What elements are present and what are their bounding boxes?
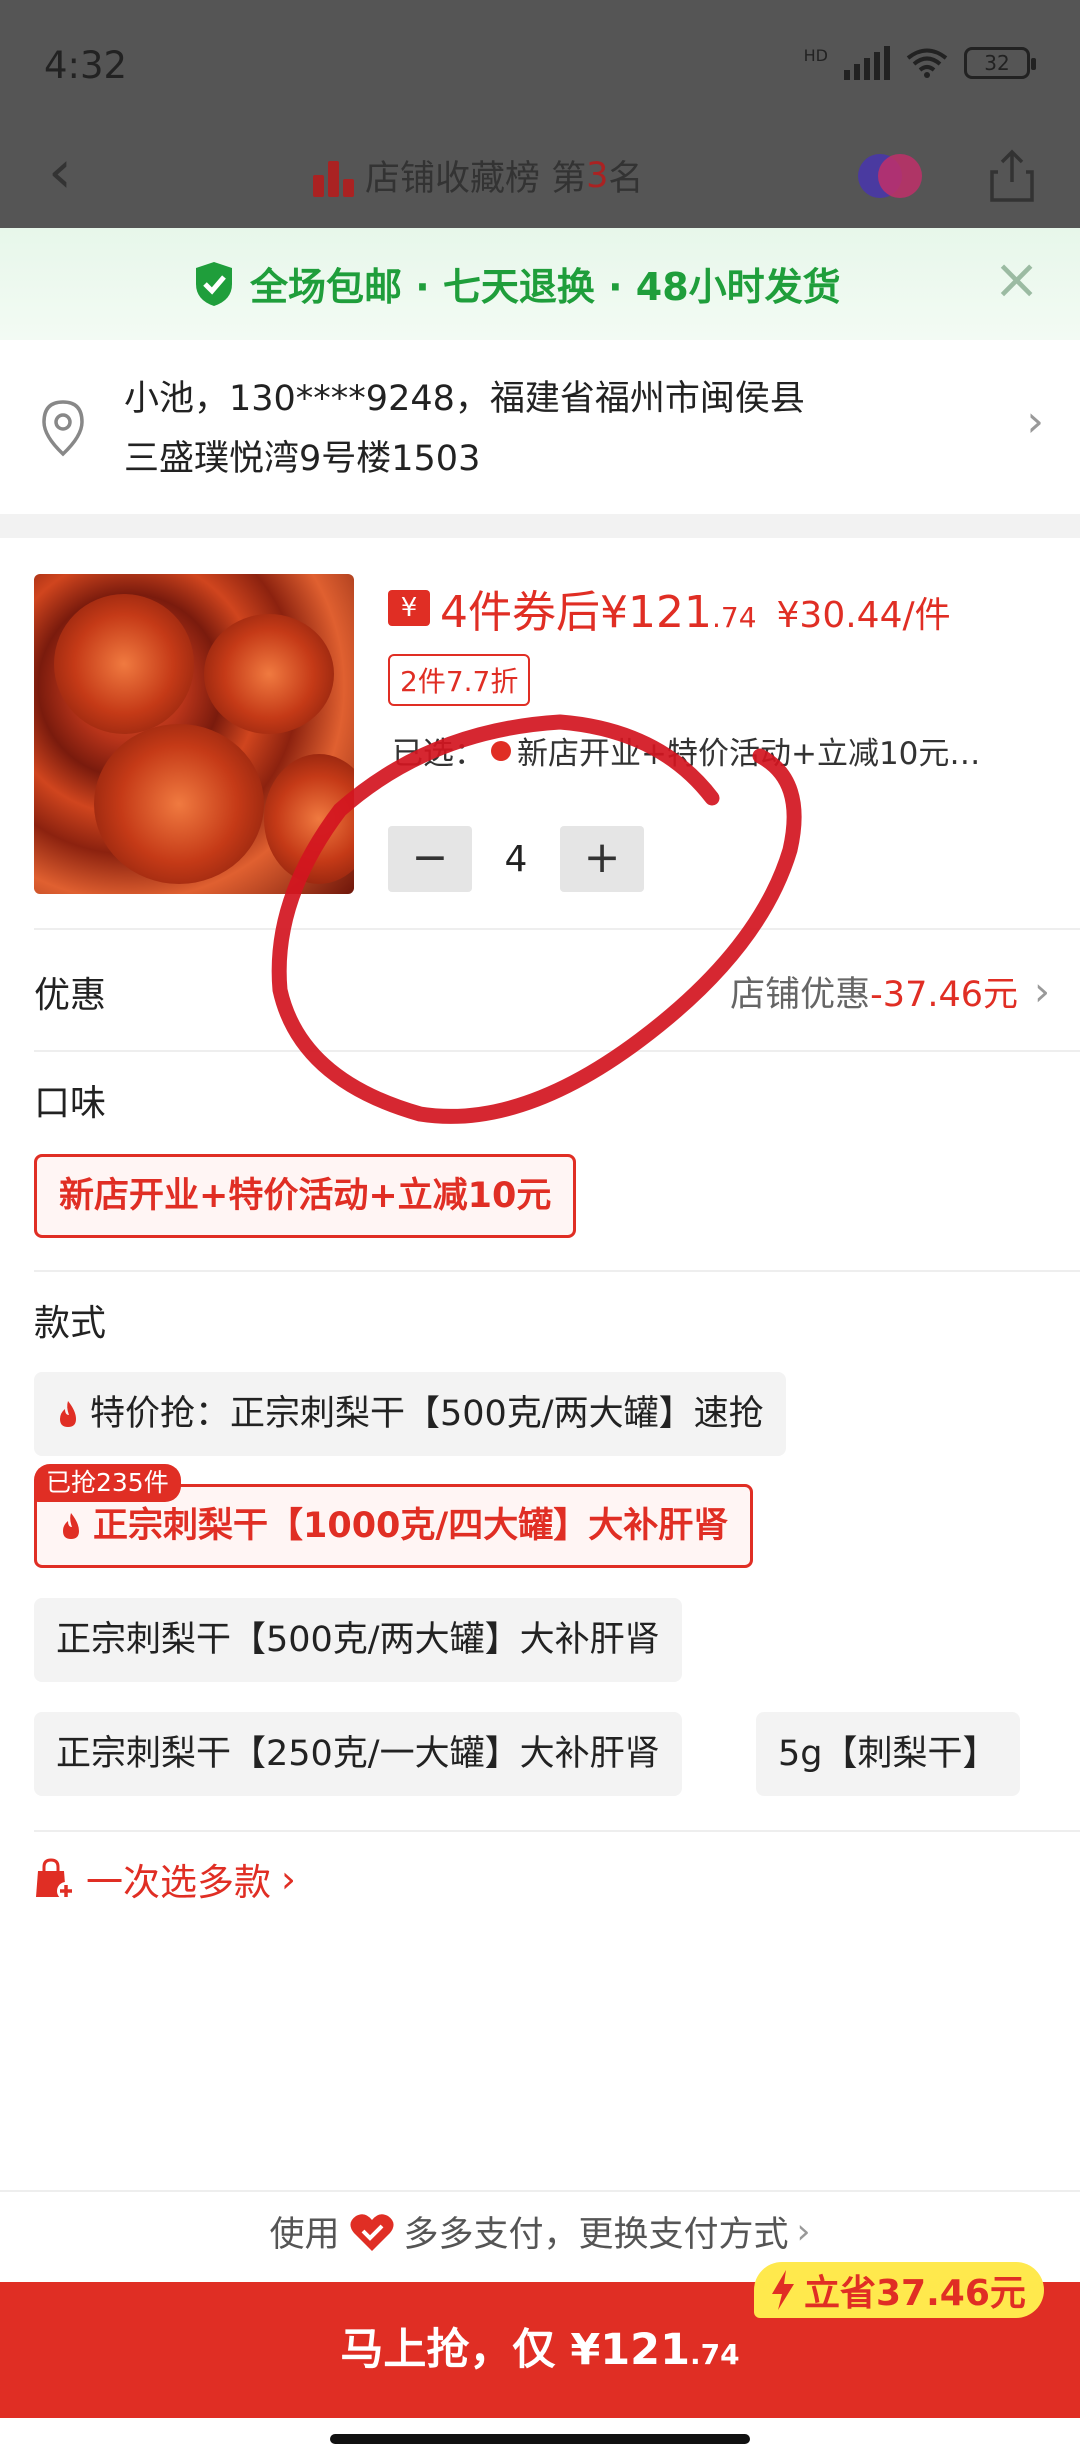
coupon-icon: ¥ (388, 590, 430, 626)
style-option[interactable]: 正宗刺梨干【500克/两大罐】大补肝肾 (34, 1598, 682, 1682)
shield-check-icon (196, 261, 232, 306)
flavor-option-label: 新店开业+特价活动+立减10元 (59, 1176, 552, 1216)
buy-now-decimal: .74 (690, 2338, 740, 2371)
flavor-label: 口味 (34, 1083, 107, 1124)
multi-select-label: 一次选多款 (86, 1861, 271, 1904)
style-option[interactable]: 5g【刺梨干】 (756, 1712, 1020, 1796)
payment-method-row[interactable]: 使用 多多支付，更换支付方式 › (0, 2206, 1080, 2257)
shopping-bag-plus-icon (36, 1858, 75, 1900)
discount-label: 优惠 (34, 975, 107, 1016)
divider (34, 1050, 1080, 1052)
home-indicator[interactable] (330, 2434, 750, 2444)
back-arrow-icon[interactable]: ‹ (48, 142, 72, 202)
buy-now-label: 马上抢，仅 ¥121 (340, 2325, 691, 2375)
fire-icon (63, 1513, 79, 1539)
savings-badge: 立省37.46元 (754, 2262, 1044, 2318)
status-bar: 4:32 HD 32 (0, 0, 1080, 130)
decrease-button[interactable]: − (388, 826, 472, 892)
divider (34, 1270, 1080, 1272)
wifi-icon (906, 48, 948, 78)
pay-heart-icon (349, 2213, 394, 2251)
discount-tag: 2件7.7折 (388, 654, 531, 706)
savings-label: 立省37.46元 (804, 2273, 1026, 2314)
multi-select-link[interactable]: 一次选多款 › (32, 1852, 296, 1906)
selected-value: 新店开业+特价活动+立减10元… (517, 736, 981, 772)
divider (34, 928, 1080, 930)
divider (0, 2190, 1080, 2192)
screen: { "status_bar": { "time": "4:32", "netwo… (0, 0, 1080, 2460)
style-option-label: 正宗刺梨干【500克/两大罐】大补肝肾 (56, 1620, 660, 1660)
promo-banner: 全场包邮 · 七天退换 · 48小时发货 × (0, 228, 1080, 340)
store-rank-link[interactable]: 店铺收藏榜 第3名 (313, 150, 643, 201)
banner-text: 全场包邮 · 七天退换 · 48小时发货 (250, 265, 841, 309)
quantity-stepper: − 4 + (388, 826, 644, 892)
signal-icon (844, 46, 890, 80)
quantity-value[interactable]: 4 (472, 839, 560, 880)
rank-number: 3 (586, 155, 609, 196)
clock: 4:32 (44, 44, 128, 87)
fire-icon (60, 1401, 76, 1427)
flavor-option[interactable]: 新店开业+特价活动+立减10元 (34, 1154, 577, 1238)
sold-count-badge: 已抢235件 (34, 1464, 181, 1502)
style-option-label: 正宗刺梨干【250克/一大罐】大补肝肾 (56, 1734, 660, 1774)
selected-label: 已选： (392, 736, 485, 772)
nav-bar: ‹ 店铺收藏榜 第3名 (0, 130, 1080, 228)
style-option[interactable]: 正宗刺梨干【250克/一大罐】大补肝肾 (34, 1712, 682, 1796)
style-label: 款式 (34, 1303, 107, 1344)
style-option-label: 5g【刺梨干】 (778, 1734, 998, 1774)
store-discount-link[interactable]: 店铺优惠 -37.46元 › (730, 966, 1050, 1017)
network-label: HD (803, 46, 828, 65)
style-option[interactable]: 特价抢：正宗刺梨干【500克/两大罐】速抢 (34, 1372, 786, 1456)
address-row[interactable]: 小池，130****9248，福建省福州市闽侯县 三盛璞悦湾9号楼1503 › (0, 340, 1080, 514)
battery-icon: 32 (964, 47, 1036, 79)
selected-variant: 已选： 新店开业+特价活动+立减10元… (392, 728, 980, 773)
address-line-1: 小池，130****9248，福建省福州市闽侯县 (124, 379, 805, 419)
chevron-right-icon: › (1026, 396, 1044, 447)
close-icon[interactable]: × (993, 252, 1040, 308)
unit-price: ¥30.44/件 (776, 595, 951, 636)
chevron-right-icon: › (796, 2211, 811, 2252)
rank-icon (313, 155, 355, 197)
rank-suffix: 名 (608, 159, 644, 199)
coupon-price-decimal: .74 (711, 601, 757, 634)
coupon-price: 4件券后¥121 (440, 587, 712, 638)
rank-prefix: 店铺收藏榜 第 (365, 159, 587, 199)
divider (34, 1830, 1080, 1832)
payment-method-label: 多多支付，更换支付方式 (403, 2215, 789, 2255)
section-divider (0, 514, 1080, 538)
store-discount-amount: -37.46元 (870, 975, 1018, 1015)
location-pin-icon (42, 400, 84, 457)
chevron-right-icon: › (1034, 968, 1050, 1015)
red-dot-icon (491, 740, 511, 761)
payment-use-label: 使用 (269, 2215, 340, 2255)
product-image[interactable] (34, 574, 354, 894)
store-discount-label: 店铺优惠 (730, 975, 871, 1015)
avatar[interactable] (858, 154, 922, 202)
increase-button[interactable]: + (560, 826, 644, 892)
chevron-right-icon: › (281, 1857, 296, 1901)
style-option-label: 正宗刺梨干【1000克/四大罐】大补肝肾 (93, 1506, 729, 1546)
share-icon[interactable] (988, 148, 1036, 204)
address-line-2: 三盛璞悦湾9号楼1503 (124, 439, 481, 479)
price-row: ¥ 4件券后¥121.74 ¥30.44/件 (388, 576, 951, 640)
lightning-icon (772, 2270, 794, 2310)
style-option-label: 特价抢：正宗刺梨干【500克/两大罐】速抢 (90, 1394, 764, 1434)
